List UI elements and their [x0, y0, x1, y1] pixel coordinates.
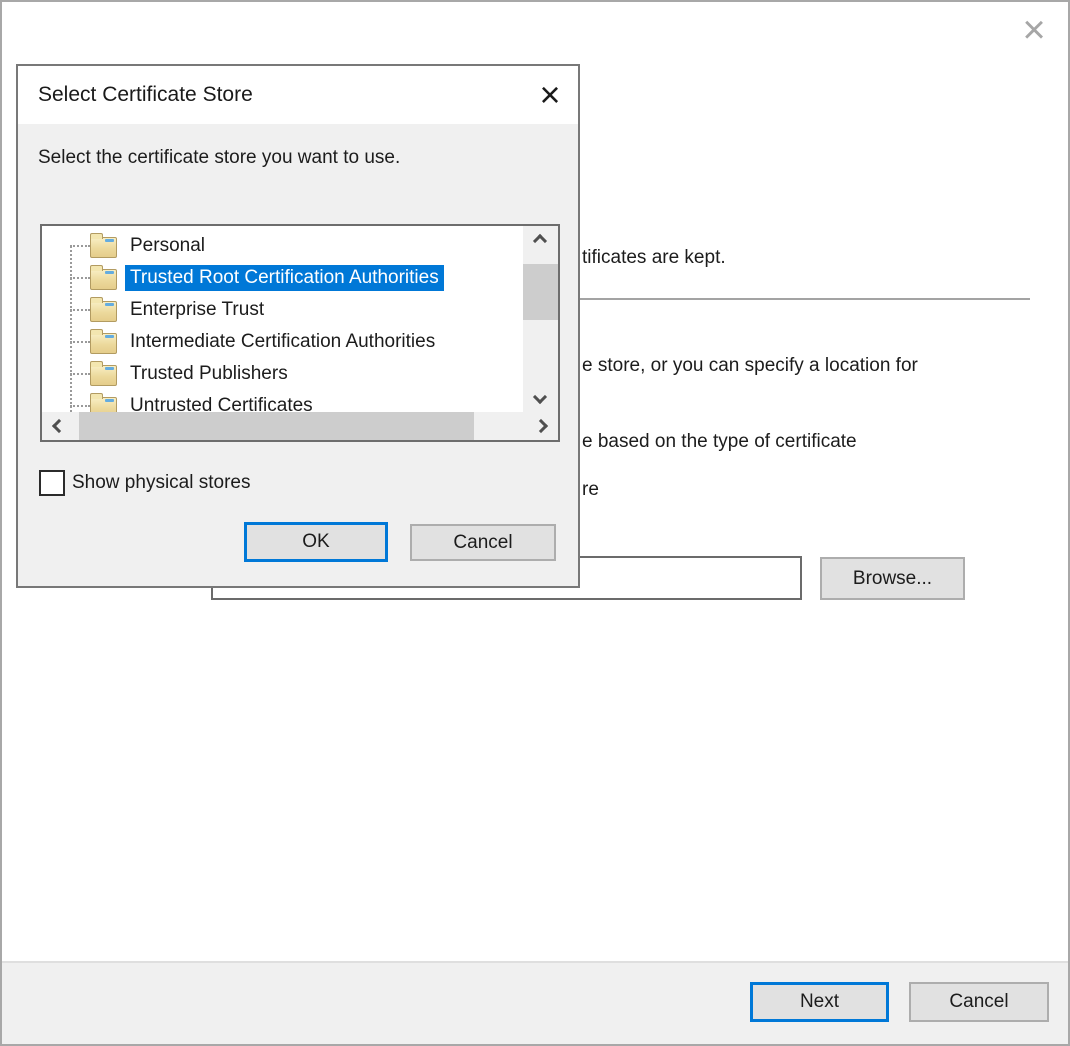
- store-item-label: Trusted Root Certification Authorities: [125, 265, 444, 291]
- vertical-scrollbar-thumb[interactable]: [523, 264, 558, 320]
- store-item[interactable]: Trusted Root Certification Authorities: [42, 262, 523, 294]
- ok-button[interactable]: OK: [244, 522, 388, 562]
- store-item[interactable]: Enterprise Trust: [42, 294, 523, 326]
- scroll-down-icon[interactable]: [533, 390, 547, 404]
- tree-connector-line: [70, 341, 90, 343]
- dialog-instruction: Select the certificate store you want to…: [38, 147, 400, 169]
- wizard-separator-line: [580, 298, 1030, 300]
- store-item[interactable]: Trusted Publishers: [42, 358, 523, 390]
- show-physical-stores-label: Show physical stores: [72, 472, 250, 494]
- tree-connector-line: [70, 277, 90, 279]
- folder-icon: [90, 333, 117, 354]
- scroll-left-icon[interactable]: [52, 419, 66, 433]
- folder-icon: [90, 397, 117, 412]
- store-item-label: Untrusted Certificates: [125, 393, 318, 412]
- window-close-icon[interactable]: ×: [1012, 8, 1056, 52]
- tree-connector-line: [70, 373, 90, 375]
- dialog-body: Select the certificate store you want to…: [18, 124, 578, 586]
- folder-icon: [90, 301, 117, 322]
- store-item-label: Enterprise Trust: [125, 297, 269, 323]
- vertical-scrollbar[interactable]: [523, 226, 558, 412]
- tree-connector-line: [70, 245, 90, 247]
- store-item[interactable]: Personal: [42, 230, 523, 262]
- show-physical-stores-checkbox[interactable]: [39, 470, 65, 496]
- folder-icon: [90, 365, 117, 386]
- dialog-titlebar: Select Certificate Store ×: [18, 66, 578, 124]
- dialog-cancel-button[interactable]: Cancel: [410, 524, 556, 561]
- next-button[interactable]: Next: [750, 982, 889, 1022]
- tree-connector-line: [70, 405, 90, 407]
- certificate-import-wizard-window: × tificates are kept. e store, or you ca…: [0, 0, 1070, 1046]
- horizontal-scrollbar[interactable]: [42, 412, 558, 440]
- show-physical-stores-row: Show physical stores: [39, 470, 250, 496]
- browse-button[interactable]: Browse...: [820, 557, 965, 600]
- store-item-label: Intermediate Certification Authorities: [125, 329, 440, 355]
- scroll-up-icon[interactable]: [533, 234, 547, 248]
- scroll-right-icon[interactable]: [534, 419, 548, 433]
- tree-connector-line: [70, 309, 90, 311]
- store-tree-rows: Personal Trusted Root Certification Auth…: [42, 226, 523, 412]
- wizard-text-based-on-type: e based on the type of certificate: [582, 430, 857, 454]
- wizard-footer: Next Cancel: [2, 961, 1068, 1044]
- store-item-label: Trusted Publishers: [125, 361, 293, 387]
- store-item[interactable]: Untrusted Certificates: [42, 390, 523, 412]
- wizard-text-certificates-kept: tificates are kept.: [582, 246, 726, 270]
- store-item-label: Personal: [125, 233, 210, 259]
- folder-icon: [90, 269, 117, 290]
- select-certificate-store-dialog: Select Certificate Store × Select the ce…: [16, 64, 580, 588]
- dialog-title: Select Certificate Store: [38, 66, 253, 124]
- wizard-cancel-button[interactable]: Cancel: [909, 982, 1049, 1022]
- folder-icon: [90, 237, 117, 258]
- dialog-close-icon[interactable]: ×: [528, 73, 572, 117]
- wizard-text-store-location: e store, or you can specify a location f…: [582, 354, 918, 378]
- certificate-store-tree: Personal Trusted Root Certification Auth…: [40, 224, 560, 442]
- wizard-text-store-suffix: re: [582, 478, 599, 502]
- store-item[interactable]: Intermediate Certification Authorities: [42, 326, 523, 358]
- horizontal-scrollbar-thumb[interactable]: [79, 412, 474, 440]
